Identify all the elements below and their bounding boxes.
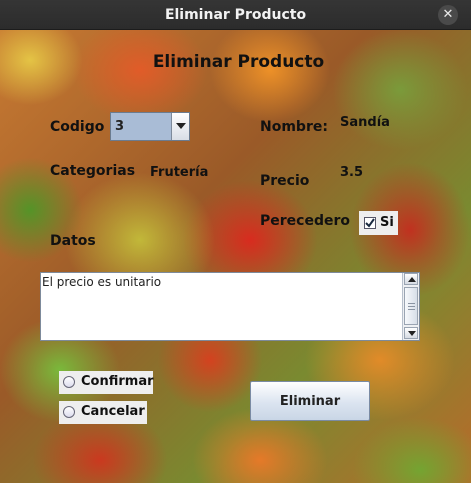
chevron-down-icon [176,123,186,129]
perecedero-label: Perecedero [260,213,350,229]
combo-dropdown-button[interactable] [171,113,189,140]
perecedero-checkbox[interactable]: Si [359,211,398,235]
arrow-down-icon [408,331,416,336]
cancelar-radio[interactable]: Cancelar [59,401,147,424]
codigo-label: Codigo [50,119,105,135]
thumb-grip-line [408,306,415,307]
categorias-label: Categorias [50,163,136,179]
datos-text: El precio es unitario [42,275,162,289]
confirmar-radio-label: Confirmar [81,374,154,389]
nombre-label: Nombre: [260,119,328,135]
thumb-grip-line [408,303,415,304]
cancelar-radio-label: Cancelar [81,404,145,419]
categorias-value: Frutería [150,165,209,180]
nombre-value: Sandía [340,115,390,130]
datos-label: Datos [50,233,96,249]
datos-textarea[interactable]: El precio es unitario [40,272,420,341]
codigo-selected-value: 3 [115,119,125,134]
radio-circle[interactable] [63,406,75,418]
codigo-combobox[interactable]: 3 [110,112,190,141]
close-button[interactable]: ✕ [438,5,458,25]
thumb-grip-line [408,309,415,310]
scroll-down-button[interactable] [404,327,418,339]
scroll-up-button[interactable] [404,273,418,285]
precio-label: Precio [260,173,310,189]
form-heading: Eliminar Producto [152,52,325,72]
vertical-scrollbar[interactable] [402,273,419,340]
form-panel: Eliminar Producto Codigo 3 Nombre: Sandí… [0,30,471,483]
radio-circle[interactable] [63,376,75,388]
window-title: Eliminar Producto [164,7,307,23]
perecedero-checkbox-label: Si [380,215,394,230]
precio-value: 3.5 [340,165,364,180]
confirmar-radio[interactable]: Confirmar [59,371,154,394]
arrow-up-icon [408,277,416,282]
checkbox-box[interactable] [364,217,376,229]
scroll-thumb[interactable] [404,287,418,325]
close-icon: ✕ [442,7,454,22]
title-bar: Eliminar Producto ✕ [0,0,471,30]
eliminar-button[interactable]: Eliminar [250,381,370,421]
check-icon [365,218,375,228]
